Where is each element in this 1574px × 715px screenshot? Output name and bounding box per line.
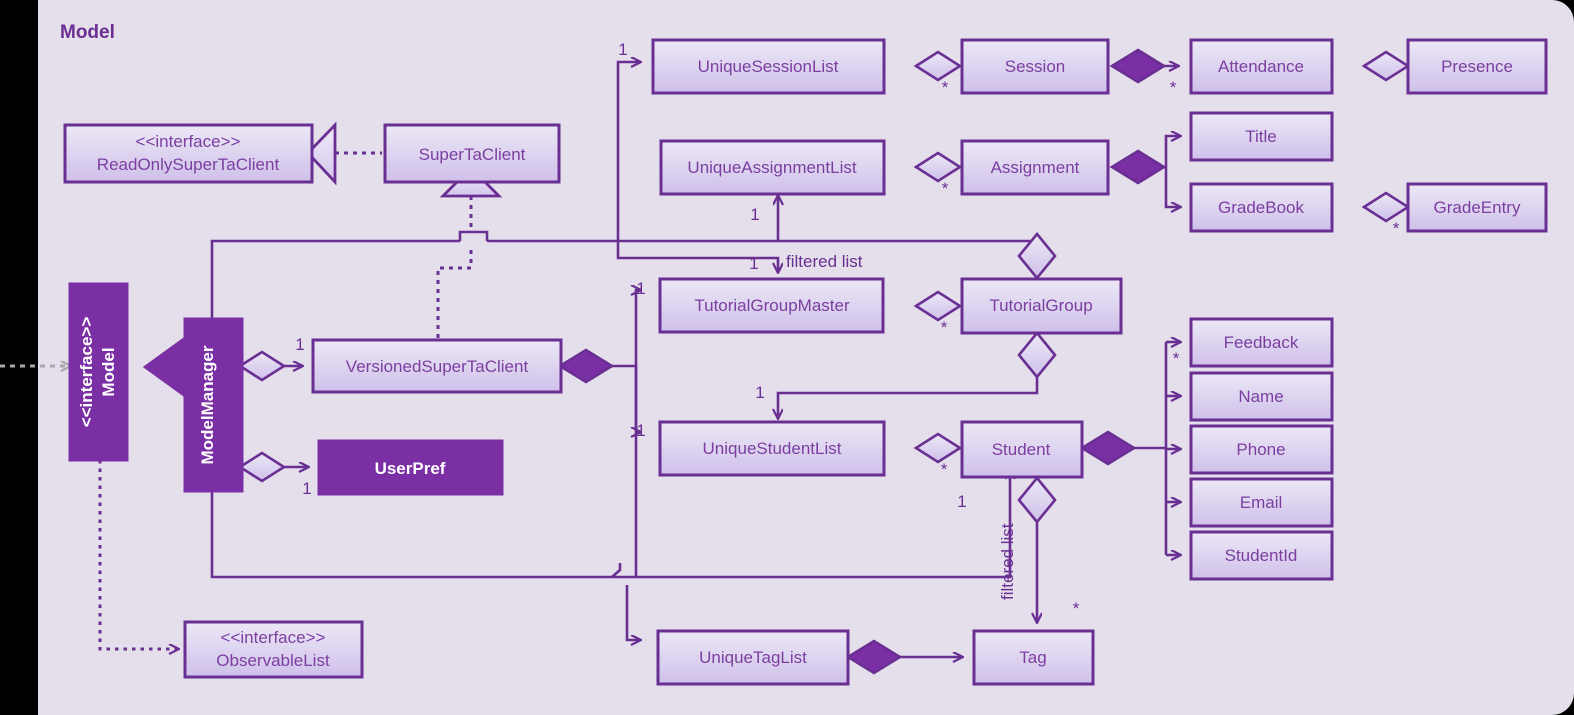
multiplicity-mm-userpref: 1 — [302, 479, 311, 498]
class-box-versionedsupertaclient[interactable]: VersionedSuperTaClient — [311, 338, 563, 394]
class-box-feedback[interactable]: Feedback — [1189, 317, 1334, 368]
class-name: ReadOnlySuperTaClient — [97, 155, 280, 174]
class-box-tutorialgroupmaster[interactable]: TutorialGroupMaster — [658, 277, 885, 334]
class-name: Feedback — [1224, 333, 1299, 352]
class-box-student[interactable]: Student — [960, 420, 1084, 479]
multiplicity-studentlist-student: * — [941, 460, 948, 479]
class-name: ModelManager — [198, 345, 217, 464]
multiplicity-student-filtered: 1 — [957, 492, 966, 511]
class-name: Phone — [1236, 440, 1285, 459]
class-name: UniqueStudentList — [703, 439, 842, 458]
class-box-modelmanager[interactable]: ModelManager — [183, 317, 244, 493]
class-name: Attendance — [1218, 57, 1304, 76]
edge-label-filtered-list-top: filtered list — [786, 252, 863, 271]
multiplicity-student-tag: * — [1073, 599, 1080, 618]
class-box-presence[interactable]: Presence — [1406, 38, 1548, 95]
class-box-uniquetaglist[interactable]: UniqueTagList — [656, 629, 850, 686]
multiplicity-session-attendance: * — [1170, 78, 1177, 97]
class-name: UserPref — [375, 459, 446, 478]
multiplicity-tg-assignmentlist: 1 — [750, 205, 759, 224]
class-name: Email — [1240, 493, 1283, 512]
class-name: TutorialGroupMaster — [694, 296, 850, 315]
class-name: Assignment — [991, 158, 1080, 177]
class-box-readonlysupertaclient[interactable]: <<interface>> ReadOnlySuperTaClient — [63, 123, 314, 184]
class-stereotype: <<interface>> — [77, 317, 96, 428]
class-box-studentid[interactable]: StudentId — [1189, 530, 1334, 581]
class-name: Session — [1005, 57, 1065, 76]
class-box-attendance[interactable]: Attendance — [1189, 38, 1334, 95]
multiplicity-tgm-in: 1 — [636, 279, 645, 298]
class-box-email[interactable]: Email — [1189, 477, 1334, 528]
class-stereotype: <<interface>> — [136, 132, 241, 151]
class-box-uniqueassignmentlist[interactable]: UniqueAssignmentList — [659, 139, 886, 196]
class-name: Name — [1238, 387, 1283, 406]
class-box-phone[interactable]: Phone — [1189, 424, 1334, 475]
class-name: Student — [992, 440, 1051, 459]
class-box-userpref[interactable]: UserPref — [317, 439, 504, 496]
class-name: ObservableList — [216, 651, 330, 670]
class-name: Tag — [1019, 648, 1046, 667]
class-name: StudentId — [1225, 546, 1298, 565]
uml-diagram-canvas: Model <<interface>> ReadOnlySuperTaClien… — [0, 0, 1574, 715]
class-name: Model — [99, 347, 118, 396]
class-box-gradeentry[interactable]: GradeEntry — [1406, 182, 1548, 233]
multiplicity-sessionlist-in: 1 — [618, 40, 627, 59]
class-name: Title — [1245, 127, 1277, 146]
class-box-title[interactable]: Title — [1189, 111, 1334, 162]
class-box-uniquestudentlist[interactable]: UniqueStudentList — [658, 420, 886, 477]
class-name: GradeEntry — [1434, 198, 1521, 217]
class-box-tag[interactable]: Tag — [972, 629, 1095, 686]
class-name: GradeBook — [1218, 198, 1304, 217]
class-name: VersionedSuperTaClient — [346, 357, 529, 376]
class-stereotype: <<interface>> — [221, 628, 326, 647]
multiplicity-tg-studentlist: 1 — [755, 383, 764, 402]
multiplicity-assignmentlist-assignment: * — [942, 179, 949, 198]
class-box-session[interactable]: Session — [960, 38, 1110, 95]
class-box-tutorialgroup[interactable]: TutorialGroup — [960, 277, 1123, 335]
multiplicity-sessionlist-session: * — [942, 78, 949, 97]
multiplicity-mm-versioned: 1 — [295, 335, 304, 354]
class-name: UniqueAssignmentList — [687, 158, 856, 177]
line-hop — [458, 230, 489, 241]
multiplicity-gradebook-gradeentry: * — [1393, 219, 1400, 238]
class-box-assignment[interactable]: Assignment — [960, 139, 1110, 196]
edge-label-filtered-list-student: filtered list — [998, 523, 1017, 600]
multiplicity-student-feedback: * — [1173, 349, 1180, 368]
class-box-model[interactable]: <<interface>> Model — [68, 282, 129, 462]
class-name: SuperTaClient — [419, 145, 526, 164]
class-name: UniqueSessionList — [698, 57, 839, 76]
model-class-diagram: Model <<interface>> ReadOnlySuperTaClien… — [0, 0, 1574, 715]
class-name: Presence — [1441, 57, 1513, 76]
class-box-gradebook[interactable]: GradeBook — [1189, 182, 1334, 233]
class-name: TutorialGroup — [989, 296, 1092, 315]
class-box-observablelist[interactable]: <<interface>> ObservableList — [183, 620, 364, 679]
multiplicity-tgm-filtered: 1 — [749, 254, 758, 273]
page-title: Model — [60, 22, 115, 43]
class-box-uniquesessionlist[interactable]: UniqueSessionList — [651, 38, 886, 95]
multiplicity-tgm-tg: * — [941, 318, 948, 337]
class-box-supertaclient[interactable]: SuperTaClient — [383, 123, 561, 184]
class-box-name[interactable]: Name — [1189, 371, 1334, 422]
class-name: UniqueTagList — [699, 648, 807, 667]
multiplicity-studentlist-in: 1 — [636, 421, 645, 440]
